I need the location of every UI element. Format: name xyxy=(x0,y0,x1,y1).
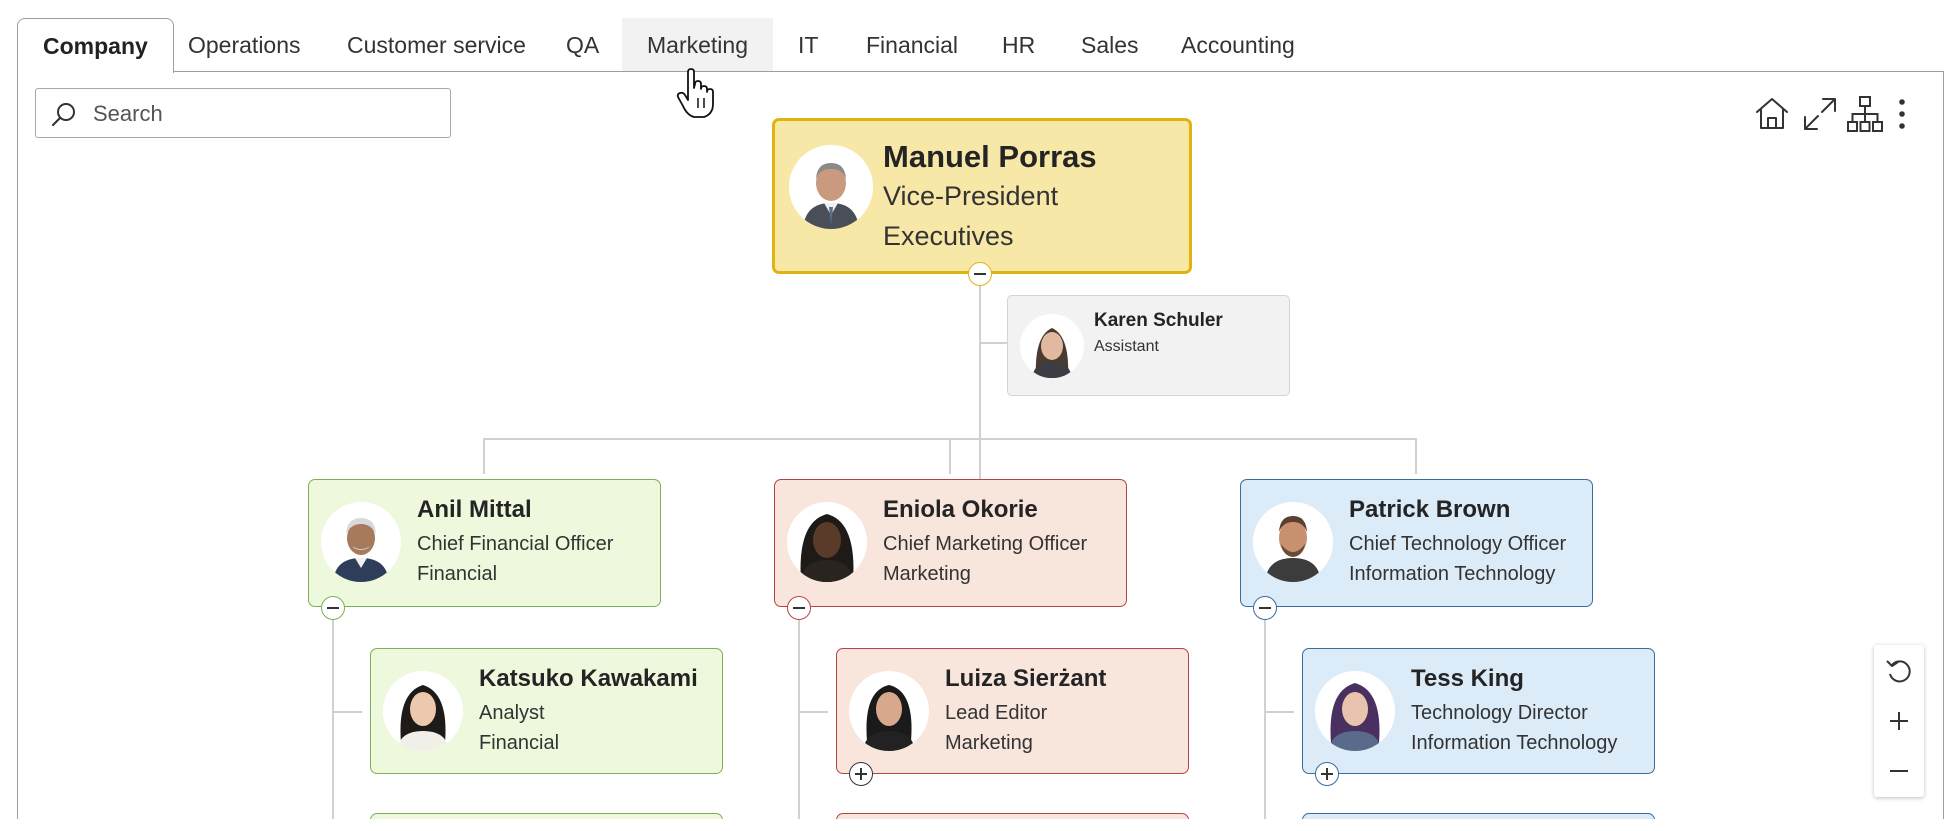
avatar xyxy=(789,145,873,229)
avatar xyxy=(1020,314,1084,378)
connector-line xyxy=(483,438,485,474)
collapse-toggle[interactable] xyxy=(787,596,811,620)
avatar xyxy=(1315,671,1395,751)
employee-title: Chief Technology Officer xyxy=(1349,533,1567,555)
avatar xyxy=(849,671,929,751)
tab-hr[interactable]: HR xyxy=(977,18,1060,71)
tab-financial[interactable]: Financial xyxy=(841,18,983,71)
connector-line xyxy=(979,280,981,510)
tab-sales[interactable]: Sales xyxy=(1056,18,1164,71)
avatar xyxy=(787,502,867,582)
connector-line xyxy=(1264,608,1266,819)
employee-name: Tess King xyxy=(1411,665,1524,692)
connector-line xyxy=(798,608,800,819)
org-card-root[interactable]: Manuel Porras Vice-President Executives xyxy=(772,118,1192,274)
org-card-executive[interactable]: Eniola Okorie Chief Marketing Officer Ma… xyxy=(774,479,1127,607)
connector-line xyxy=(979,342,1007,344)
tab-bar: Company Operations Customer service QA M… xyxy=(0,0,1958,73)
search-icon xyxy=(52,103,75,126)
employee-title: Technology Director xyxy=(1411,702,1588,724)
org-card-partial[interactable] xyxy=(370,813,723,819)
reset-zoom-icon[interactable] xyxy=(1874,647,1924,695)
tab-company[interactable]: Company xyxy=(17,18,174,73)
org-card-partial[interactable] xyxy=(836,813,1189,819)
collapse-toggle[interactable] xyxy=(321,596,345,620)
tab-qa[interactable]: QA xyxy=(541,18,624,71)
zoom-in-icon[interactable] xyxy=(1874,697,1924,745)
connector-line xyxy=(798,711,828,713)
employee-name: Eniola Okorie xyxy=(883,496,1038,523)
expand-toggle[interactable] xyxy=(849,762,873,786)
employee-department: Information Technology xyxy=(1411,732,1618,754)
org-card-partial[interactable] xyxy=(1302,813,1655,819)
employee-name: Anil Mittal xyxy=(417,496,532,523)
employee-title: Lead Editor xyxy=(945,702,1048,724)
employee-department: Financial xyxy=(417,563,498,585)
zoom-out-icon[interactable] xyxy=(1874,747,1924,795)
org-card-assistant[interactable]: Karen Schuler Assistant xyxy=(1007,295,1290,396)
connector-line xyxy=(332,608,334,819)
org-card-report[interactable]: Tess King Technology Director Informatio… xyxy=(1302,648,1655,774)
search-input[interactable] xyxy=(91,95,435,133)
employee-department: Marketing xyxy=(883,563,971,585)
employee-name: Karen Schuler xyxy=(1094,310,1223,331)
avatar xyxy=(321,502,401,582)
collapse-toggle[interactable] xyxy=(1253,596,1277,620)
collapse-toggle[interactable] xyxy=(968,262,992,286)
employee-name: Manuel Porras xyxy=(883,139,1097,174)
org-chart-canvas[interactable]: Manuel Porras Vice-President Executives … xyxy=(17,71,1944,819)
org-card-report[interactable]: Luiza Sierżant Lead Editor Marketing xyxy=(836,648,1189,774)
employee-name: Patrick Brown xyxy=(1349,496,1511,523)
org-card-executive[interactable]: Anil Mittal Chief Financial Officer Fina… xyxy=(308,479,661,607)
employee-name: Katsuko Kawakami xyxy=(479,665,698,692)
employee-title: Assistant xyxy=(1094,338,1159,355)
employee-department: Executives xyxy=(883,221,1014,251)
org-chart-icon[interactable] xyxy=(1845,94,1885,134)
more-vertical-icon[interactable] xyxy=(1890,94,1914,134)
org-card-executive[interactable]: Patrick Brown Chief Technology Officer I… xyxy=(1240,479,1593,607)
tab-it[interactable]: IT xyxy=(773,18,843,71)
avatar xyxy=(383,671,463,751)
employee-title: Chief Financial Officer xyxy=(417,533,614,555)
hand-pointer-cursor-icon xyxy=(676,68,714,118)
tab-marketing[interactable]: Marketing xyxy=(622,18,773,71)
tab-operations[interactable]: Operations xyxy=(163,18,326,71)
tab-customer-service[interactable]: Customer service xyxy=(322,18,551,71)
expand-toggle[interactable] xyxy=(1315,762,1339,786)
avatar xyxy=(1253,502,1333,582)
connector-line xyxy=(949,438,951,474)
search-box[interactable] xyxy=(35,88,451,138)
employee-department: Financial xyxy=(479,732,560,754)
home-icon[interactable] xyxy=(1752,94,1792,134)
employee-title: Vice-President xyxy=(883,181,1059,211)
connector-line xyxy=(332,711,362,713)
employee-department: Marketing xyxy=(945,732,1033,754)
employee-name: Luiza Sierżant xyxy=(945,665,1107,692)
tab-accounting[interactable]: Accounting xyxy=(1156,18,1320,71)
org-card-report[interactable]: Katsuko Kawakami Analyst Financial xyxy=(370,648,723,774)
expand-icon[interactable] xyxy=(1800,94,1840,134)
zoom-controls xyxy=(1874,645,1924,797)
employee-title: Chief Marketing Officer xyxy=(883,533,1088,555)
employee-department: Information Technology xyxy=(1349,563,1556,585)
connector-line xyxy=(1415,438,1417,474)
connector-line xyxy=(1264,711,1294,713)
employee-title: Analyst xyxy=(479,702,545,724)
